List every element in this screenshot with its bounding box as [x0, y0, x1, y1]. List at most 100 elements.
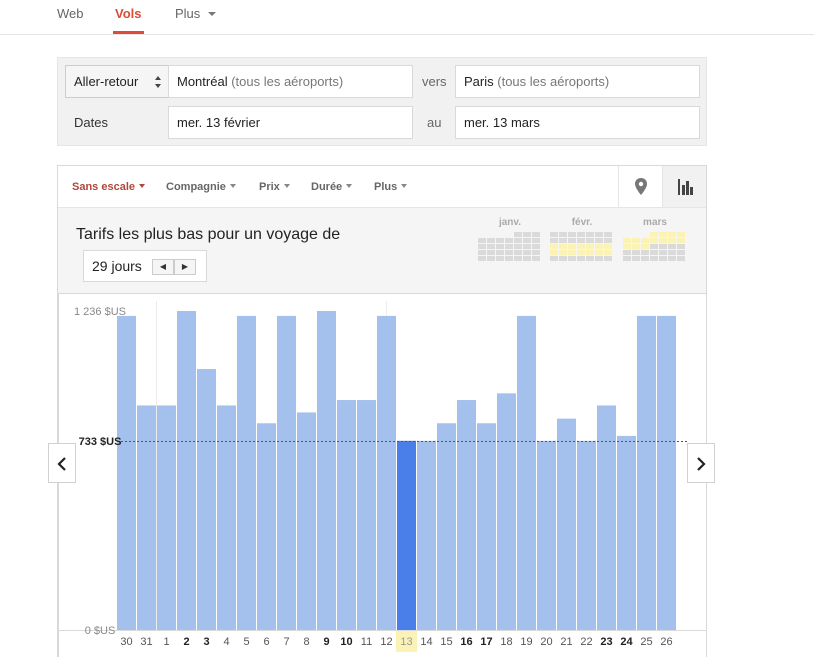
mini-calendar-day	[659, 232, 667, 237]
filter-price[interactable]: Prix	[259, 181, 290, 193]
mini-calendar-day	[568, 238, 576, 243]
x-tick-label: 1	[163, 636, 169, 648]
tab-web[interactable]: Web	[57, 6, 84, 34]
mini-calendar-day	[632, 238, 640, 243]
mini-calendar-day	[550, 232, 558, 237]
mini-calendar-jan[interactable]: janv.	[478, 217, 542, 261]
mini-calendar-day	[487, 256, 495, 261]
price-bar	[637, 315, 656, 630]
mini-calendar-label: mars	[643, 217, 667, 228]
x-tick-label: 2	[183, 636, 189, 648]
mini-calendar-day	[532, 256, 540, 261]
depart-date-field[interactable]: mer. 13 février	[168, 106, 413, 139]
chevron-down-icon	[139, 184, 145, 189]
return-date-field[interactable]: mer. 13 mars	[455, 106, 700, 139]
tab-flights[interactable]: Vols	[113, 6, 144, 34]
mini-calendar-day	[632, 244, 640, 249]
chevron-right-icon	[697, 457, 706, 471]
to-label: vers	[422, 74, 447, 89]
mini-calendar-day	[595, 232, 603, 237]
x-tick-label: 30	[120, 636, 132, 648]
mini-calendar-day	[550, 244, 558, 249]
mini-calendar-day	[496, 238, 504, 243]
mini-calendar-day	[604, 244, 612, 249]
x-tick-label: 25	[640, 636, 652, 648]
mini-calendar-day	[641, 244, 649, 249]
price-bar	[177, 311, 196, 630]
mini-calendar-day	[487, 232, 495, 237]
increase-length-button[interactable]: ▶	[174, 259, 196, 275]
price-bar	[497, 393, 516, 630]
mini-calendar-day	[496, 244, 504, 249]
price-bar	[617, 435, 636, 630]
x-tick-label: 26	[660, 636, 672, 648]
x-tick-label: 24	[620, 636, 633, 648]
x-tick-label: 14	[420, 636, 432, 648]
mini-calendar-day	[505, 244, 513, 249]
filter-duration[interactable]: Durée	[311, 181, 353, 193]
mini-calendar-day	[650, 250, 658, 255]
decrease-length-button[interactable]: ◀	[152, 259, 174, 275]
x-tick-label: 19	[520, 636, 532, 648]
y-tick-label: 1 236 $US	[74, 306, 126, 318]
mini-calendar-mar[interactable]: mars	[623, 217, 687, 261]
mini-calendar-grid	[550, 232, 614, 261]
map-view-button[interactable]	[618, 166, 662, 207]
mini-calendar-day	[577, 250, 585, 255]
mini-calendar-day	[568, 244, 576, 249]
trip-type-select[interactable]: Aller-retour	[65, 65, 169, 98]
mini-calendar-day	[623, 232, 631, 237]
price-bar	[137, 405, 156, 630]
tab-more[interactable]: Plus	[175, 6, 217, 34]
mini-calendar-day	[532, 232, 540, 237]
between-label: au	[427, 115, 442, 130]
filter-stops-label: Sans escale	[72, 181, 135, 193]
mini-calendar-feb[interactable]: févr.	[550, 217, 614, 261]
triangle-right-icon: ▶	[181, 262, 189, 271]
chart-view-button[interactable]	[662, 166, 706, 207]
mini-calendar-day	[568, 250, 576, 255]
destination-hint: (tous les aéroports)	[497, 74, 610, 89]
y-tick-label: 733 $US	[79, 436, 122, 448]
mini-calendar-day	[523, 238, 531, 243]
mini-calendar-day	[677, 244, 685, 249]
x-tick-label: 12	[380, 636, 392, 648]
mini-calendar-day	[659, 244, 667, 249]
select-arrows-icon	[155, 76, 162, 88]
mini-calendar-day	[523, 256, 531, 261]
price-bar	[657, 315, 676, 630]
filter-stops[interactable]: Sans escale	[72, 181, 145, 193]
mini-calendar-day	[650, 256, 658, 261]
chevron-down-icon	[283, 184, 290, 189]
y-tick-label: 0 $US	[85, 625, 116, 637]
origin-field[interactable]: Montréal (tous les aéroports)	[168, 65, 413, 98]
next-dates-button[interactable]	[687, 443, 715, 483]
mini-calendar-day	[532, 238, 540, 243]
price-bar	[517, 315, 536, 630]
mini-calendar-day	[559, 244, 567, 249]
price-bar	[477, 423, 496, 630]
mini-calendar-day	[478, 244, 486, 249]
price-bar	[357, 400, 376, 630]
destination-field[interactable]: Paris (tous les aéroports)	[455, 65, 700, 98]
mini-calendar-day	[514, 244, 522, 249]
filter-more[interactable]: Plus	[374, 181, 408, 193]
price-bar	[597, 405, 616, 630]
price-bar	[317, 311, 336, 630]
mini-calendar-grid	[623, 232, 687, 261]
mini-calendar-day	[659, 250, 667, 255]
mini-calendar-day	[487, 250, 495, 255]
mini-calendar-day	[505, 256, 513, 261]
x-tick-label: 17	[480, 636, 492, 648]
mini-calendar-day	[487, 244, 495, 249]
previous-dates-button[interactable]	[48, 443, 76, 483]
mini-calendar-day	[604, 232, 612, 237]
mini-calendar-day	[505, 232, 513, 237]
mini-calendar-label: janv.	[498, 217, 522, 228]
mini-calendar-day	[595, 256, 603, 261]
price-bar	[337, 400, 356, 630]
mini-calendar-day	[604, 250, 612, 255]
mini-calendar-day	[595, 244, 603, 249]
price-bar	[297, 412, 316, 630]
filter-airline[interactable]: Compagnie	[166, 181, 236, 193]
